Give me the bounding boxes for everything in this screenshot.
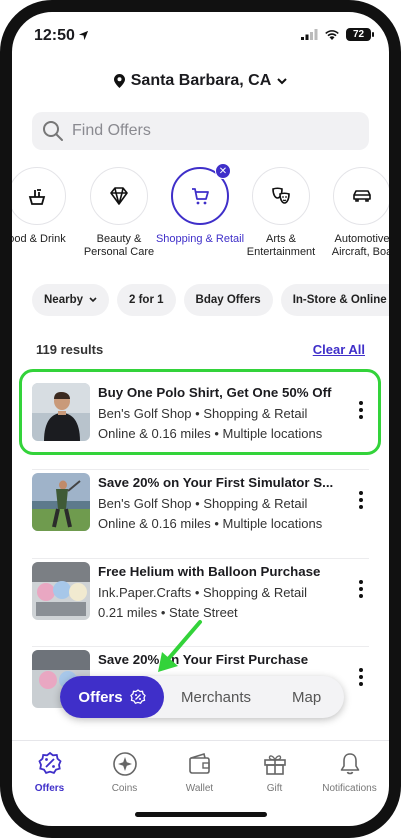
filter-nearby[interactable]: Nearby [32, 284, 109, 316]
results-count: 119 results [36, 342, 104, 357]
signal-icon [301, 29, 318, 40]
highlight-outline [19, 369, 381, 455]
tab-label: Coins [111, 783, 138, 794]
category-label: Beauty & Personal Care [83, 233, 155, 258]
tab-wallet[interactable]: Wallet [162, 749, 237, 794]
filter-2-for-1[interactable]: 2 for 1 [117, 284, 176, 316]
tab-notifications[interactable]: Notifications [312, 749, 387, 794]
discount-badge-icon [129, 689, 146, 704]
category-automotive[interactable]: Automotive Aircraft, Boa [317, 167, 389, 259]
tab-label: Offers [34, 783, 65, 794]
search-icon [43, 121, 63, 141]
more-options-icon[interactable] [355, 489, 367, 511]
offer-merchant: Ben's Golf Shop • Shopping & Retail [98, 496, 308, 511]
filter-bday-offers[interactable]: Bday Offers [183, 284, 273, 316]
offer-title: Free Helium with Balloon Purchase [98, 564, 321, 579]
tab-coins[interactable]: Coins [87, 749, 162, 794]
offer-detail: Online & 0.16 miles • Multiple locations [98, 516, 323, 531]
divider [32, 469, 369, 470]
tab-label: Wallet [185, 783, 214, 794]
chevron-down-icon [89, 297, 97, 303]
category-label: Arts & Entertainment [246, 233, 316, 258]
status-icons: 72 [301, 28, 374, 41]
map-pin-icon [113, 74, 125, 88]
filter-chips: Nearby 2 for 1 Bday Offers In-Store & On… [32, 284, 389, 316]
category-label: Automotive Aircraft, Boa [331, 233, 389, 258]
tab-gift[interactable]: Gift [237, 749, 312, 794]
tab-label: Gift [266, 783, 283, 794]
remove-category-icon[interactable]: ✕ [215, 163, 231, 179]
theater-masks-icon [272, 187, 290, 204]
home-indicator [135, 812, 267, 817]
bell-icon [340, 753, 359, 775]
wifi-icon [325, 29, 339, 40]
results-header: 119 results Clear All [36, 342, 365, 357]
search-placeholder: Find Offers [72, 122, 151, 139]
category-label: ood & Drink [12, 233, 66, 245]
battery-indicator: 72 [346, 28, 374, 41]
more-options-icon[interactable] [355, 578, 367, 600]
category-label: Shopping & Retail [155, 233, 245, 245]
app-screen: 12:50 72 Santa Barbara, CA Find Offers o… [12, 12, 389, 826]
car-icon [353, 190, 371, 202]
annotation-arrow-icon [158, 620, 202, 672]
category-shopping[interactable]: ✕ Shopping & Retail [155, 163, 245, 246]
offer-merchant: Ink.Paper.Crafts • Shopping & Retail [98, 585, 308, 600]
view-toggle: Offers Merchants Map [60, 676, 344, 718]
chevron-down-icon [277, 77, 287, 84]
location-arrow-icon [78, 30, 89, 41]
offer-thumbnail [32, 473, 90, 531]
category-beauty[interactable]: Beauty & Personal Care [74, 167, 164, 259]
toggle-map[interactable]: Map [292, 676, 321, 718]
food-icon [28, 189, 46, 205]
clear-all-link[interactable]: Clear All [313, 342, 365, 357]
offers-icon [37, 751, 62, 774]
gift-icon [263, 755, 286, 775]
status-time: 12:50 [34, 27, 75, 44]
category-food-drink[interactable]: ood & Drink [12, 167, 82, 246]
cart-icon [192, 188, 209, 205]
wallet-icon [188, 752, 210, 774]
location-label: Santa Barbara, CA [130, 72, 272, 89]
location-selector[interactable]: Santa Barbara, CA [12, 72, 389, 90]
tab-offers[interactable]: Offers [12, 749, 87, 794]
toggle-merchants[interactable]: Merchants [181, 676, 251, 718]
status-bar: 12:50 72 [12, 12, 389, 58]
offer-title: Save 20% on Your First Simulator S... [98, 475, 334, 490]
search-input[interactable]: Find Offers [32, 112, 369, 150]
more-options-icon[interactable] [355, 666, 367, 688]
category-arts[interactable]: Arts & Entertainment [236, 167, 326, 259]
offer-thumbnail [32, 562, 90, 620]
toggle-offers[interactable]: Offers [60, 676, 164, 718]
offer-item[interactable]: Save 20% on Your First Simulator S... Be… [32, 473, 369, 545]
coins-icon [112, 752, 137, 776]
tab-label: Notifications [322, 783, 377, 794]
divider [32, 558, 369, 559]
category-carousel: ood & Drink Beauty & Personal Care ✕ Sho… [12, 163, 389, 277]
diamond-icon [110, 187, 128, 205]
filter-in-store-online[interactable]: In-Store & Online [280, 284, 389, 316]
